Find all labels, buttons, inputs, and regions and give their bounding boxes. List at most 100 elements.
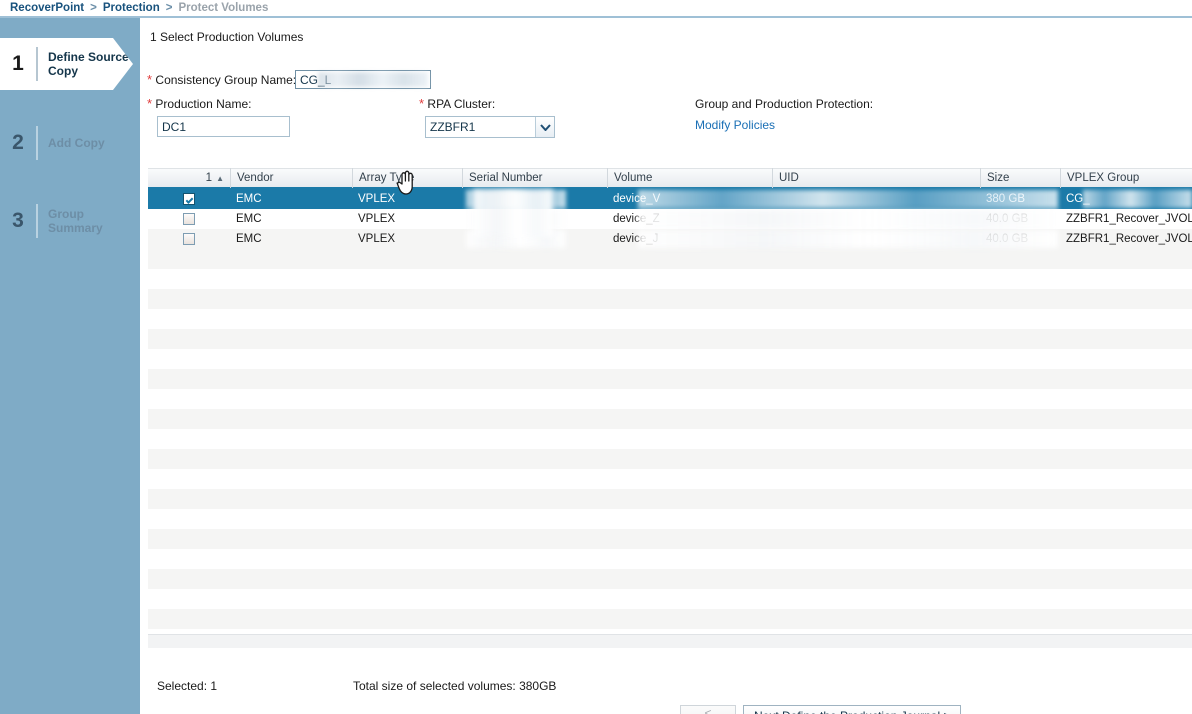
consistency-group-label: Consistency Group Name:	[155, 73, 297, 87]
consistency-group-input[interactable]	[295, 70, 431, 89]
cell-size: 380 GB	[986, 193, 1025, 205]
consistency-group-label-wrap: * Consistency Group Name:	[147, 73, 296, 87]
column-header-vendor[interactable]: Vendor	[230, 168, 352, 188]
wizard-rail: 1 Define Source Copy 2 Add Copy 3 Group …	[0, 18, 140, 714]
breadcrumb-protect-volumes: Protect Volumes	[178, 2, 269, 14]
cell-vendor: EMC	[236, 213, 262, 225]
row-select-cell[interactable]	[148, 189, 230, 209]
volumes-table-footer-bar	[148, 634, 1192, 648]
column-header-vplex_group[interactable]: VPLEX Group	[1060, 168, 1192, 188]
required-marker-rpa-cluster: *	[419, 96, 425, 111]
next-button[interactable]: Next Define the Production Journal >	[743, 705, 962, 714]
table-empty-row	[148, 349, 1192, 369]
rpa-cluster-select[interactable]: ZZBFR1	[425, 116, 555, 138]
column-header-uid[interactable]: UID	[772, 168, 980, 188]
table-empty-row	[148, 409, 1192, 429]
breadcrumb-separator-1: >	[90, 2, 97, 14]
table-empty-row	[148, 569, 1192, 589]
production-name-label: Production Name:	[155, 97, 252, 111]
rpa-cluster-label-wrap: * RPA Cluster:	[419, 97, 495, 111]
breadcrumb-separator-2: >	[165, 2, 173, 14]
cell-uid	[772, 209, 980, 229]
column-header-vendor-label: Vendor	[237, 172, 274, 184]
rpa-cluster-label: RPA Cluster:	[427, 97, 496, 111]
cell-serial_number	[462, 209, 607, 229]
table-empty-row	[148, 529, 1192, 549]
cell-uid	[772, 229, 980, 249]
back-button[interactable]: < Back	[680, 705, 736, 714]
selected-count-status: Selected: 1	[157, 679, 218, 693]
protect-volumes-wizard: RecoverPoint > Protection > Protect Volu…	[0, 0, 1192, 714]
cell-array_type: VPLEX	[358, 193, 396, 205]
column-header-volume[interactable]: Volume	[607, 168, 772, 188]
wizard-step-define-source-copy[interactable]: 1 Define Source Copy	[0, 38, 133, 90]
wizard-step-add-copy[interactable]: 2 Add Copy	[0, 117, 140, 169]
column-header-serial_number[interactable]: Serial Number	[462, 168, 607, 188]
modify-policies-link[interactable]: Modify Policies	[695, 118, 775, 132]
column-header-array_type[interactable]: Array Type	[352, 168, 462, 188]
cell-uid	[772, 189, 980, 209]
wizard-step-2-number: 2	[12, 131, 24, 154]
column-header-size-label: Size	[987, 172, 1010, 184]
column-header-uid-label: UID	[779, 172, 799, 184]
cell-vendor: EMC	[236, 233, 262, 245]
protection-label: Group and Production Protection:	[695, 97, 874, 111]
cell-serial_number	[462, 189, 607, 209]
table-empty-row	[148, 549, 1192, 569]
wizard-step-1-number: 1	[12, 52, 24, 75]
required-marker-consistency-group: *	[147, 72, 153, 87]
row-select-cell[interactable]	[148, 209, 230, 229]
column-header-volume-label: Volume	[614, 172, 653, 184]
cell-serial_number	[462, 229, 607, 249]
table-empty-row	[148, 489, 1192, 509]
cell-volume: device_Z	[613, 213, 660, 225]
wizard-step-3-number: 3	[12, 209, 24, 232]
row-checkbox[interactable]	[183, 213, 195, 225]
breadcrumb-recoverpoint[interactable]: RecoverPoint	[10, 2, 84, 14]
total-size-status: Total size of selected volumes: 380GB	[353, 679, 557, 693]
volumes-table: 1 ▲ Vendor Array Type Serial Number Volume UID…	[148, 168, 1192, 648]
table-empty-row	[148, 369, 1192, 389]
cell-volume: device_V	[613, 193, 661, 205]
sort-ascending-icon: ▲	[216, 173, 224, 183]
wizard-step-2-label: Add Copy	[48, 136, 105, 150]
row-checkbox[interactable]	[183, 193, 195, 205]
table-row[interactable]: EMC VPLEX device_V 380 GB CG_	[148, 189, 1192, 209]
required-marker-production-name: *	[147, 96, 153, 111]
cell-vendor: EMC	[236, 193, 262, 205]
table-empty-row	[148, 269, 1192, 289]
row-select-cell[interactable]	[148, 229, 230, 249]
column-header-array_type-label: Array Type	[359, 172, 415, 184]
cell-array_type: VPLEX	[358, 213, 396, 225]
table-empty-row	[148, 609, 1192, 629]
content-panel: 1 Select Production Volumes * Consistenc…	[140, 18, 1192, 714]
table-empty-row	[148, 249, 1192, 269]
volumes-table-header: 1 ▲ Vendor Array Type Serial Number Volume UID…	[148, 168, 1192, 189]
volumes-table-body: EMC VPLEX device_V 380 GB CG_ EMC VPLEX device_…	[148, 189, 1192, 629]
table-row[interactable]: EMC VPLEX device_Z 40.0 GB ZZBFR1_Recover_JV…	[148, 209, 1192, 229]
wizard-step-3-label: Group Summary	[48, 207, 103, 235]
cell-array_type: VPLEX	[358, 233, 396, 245]
cell-size: 40.0 GB	[986, 213, 1029, 225]
table-row[interactable]: EMC VPLEX device_J 40.0 GB ZZBFR1_Recover_JV…	[148, 229, 1192, 249]
breadcrumb: RecoverPoint > Protection > Protect Volu…	[0, 0, 1192, 16]
table-empty-row	[148, 289, 1192, 309]
column-header-vplex_group-label: VPLEX Group	[1067, 172, 1140, 184]
column-header-sort[interactable]: 1 ▲	[148, 168, 230, 188]
cell-vplex_group: ZZBFR1_Recover_JVOL	[1066, 233, 1192, 245]
wizard-step-group-summary[interactable]: 3 Group Summary	[0, 195, 140, 247]
column-header-serial_number-label: Serial Number	[469, 172, 543, 184]
production-name-input[interactable]	[157, 116, 290, 137]
table-empty-row	[148, 469, 1192, 489]
cell-vplex_group: CG_	[1066, 193, 1090, 205]
table-empty-row	[148, 449, 1192, 469]
cell-size: 40.0 GB	[986, 233, 1029, 245]
cell-vplex_group: ZZBFR1_Recover_JVOL	[1066, 213, 1192, 225]
breadcrumb-protection[interactable]: Protection	[103, 2, 160, 14]
table-empty-row	[148, 329, 1192, 349]
column-header-size[interactable]: Size	[980, 168, 1060, 188]
wizard-step-1-label: Define Source Copy	[48, 50, 129, 78]
table-empty-row	[148, 309, 1192, 329]
production-name-label-wrap: * Production Name:	[147, 97, 251, 111]
row-checkbox[interactable]	[183, 233, 195, 245]
